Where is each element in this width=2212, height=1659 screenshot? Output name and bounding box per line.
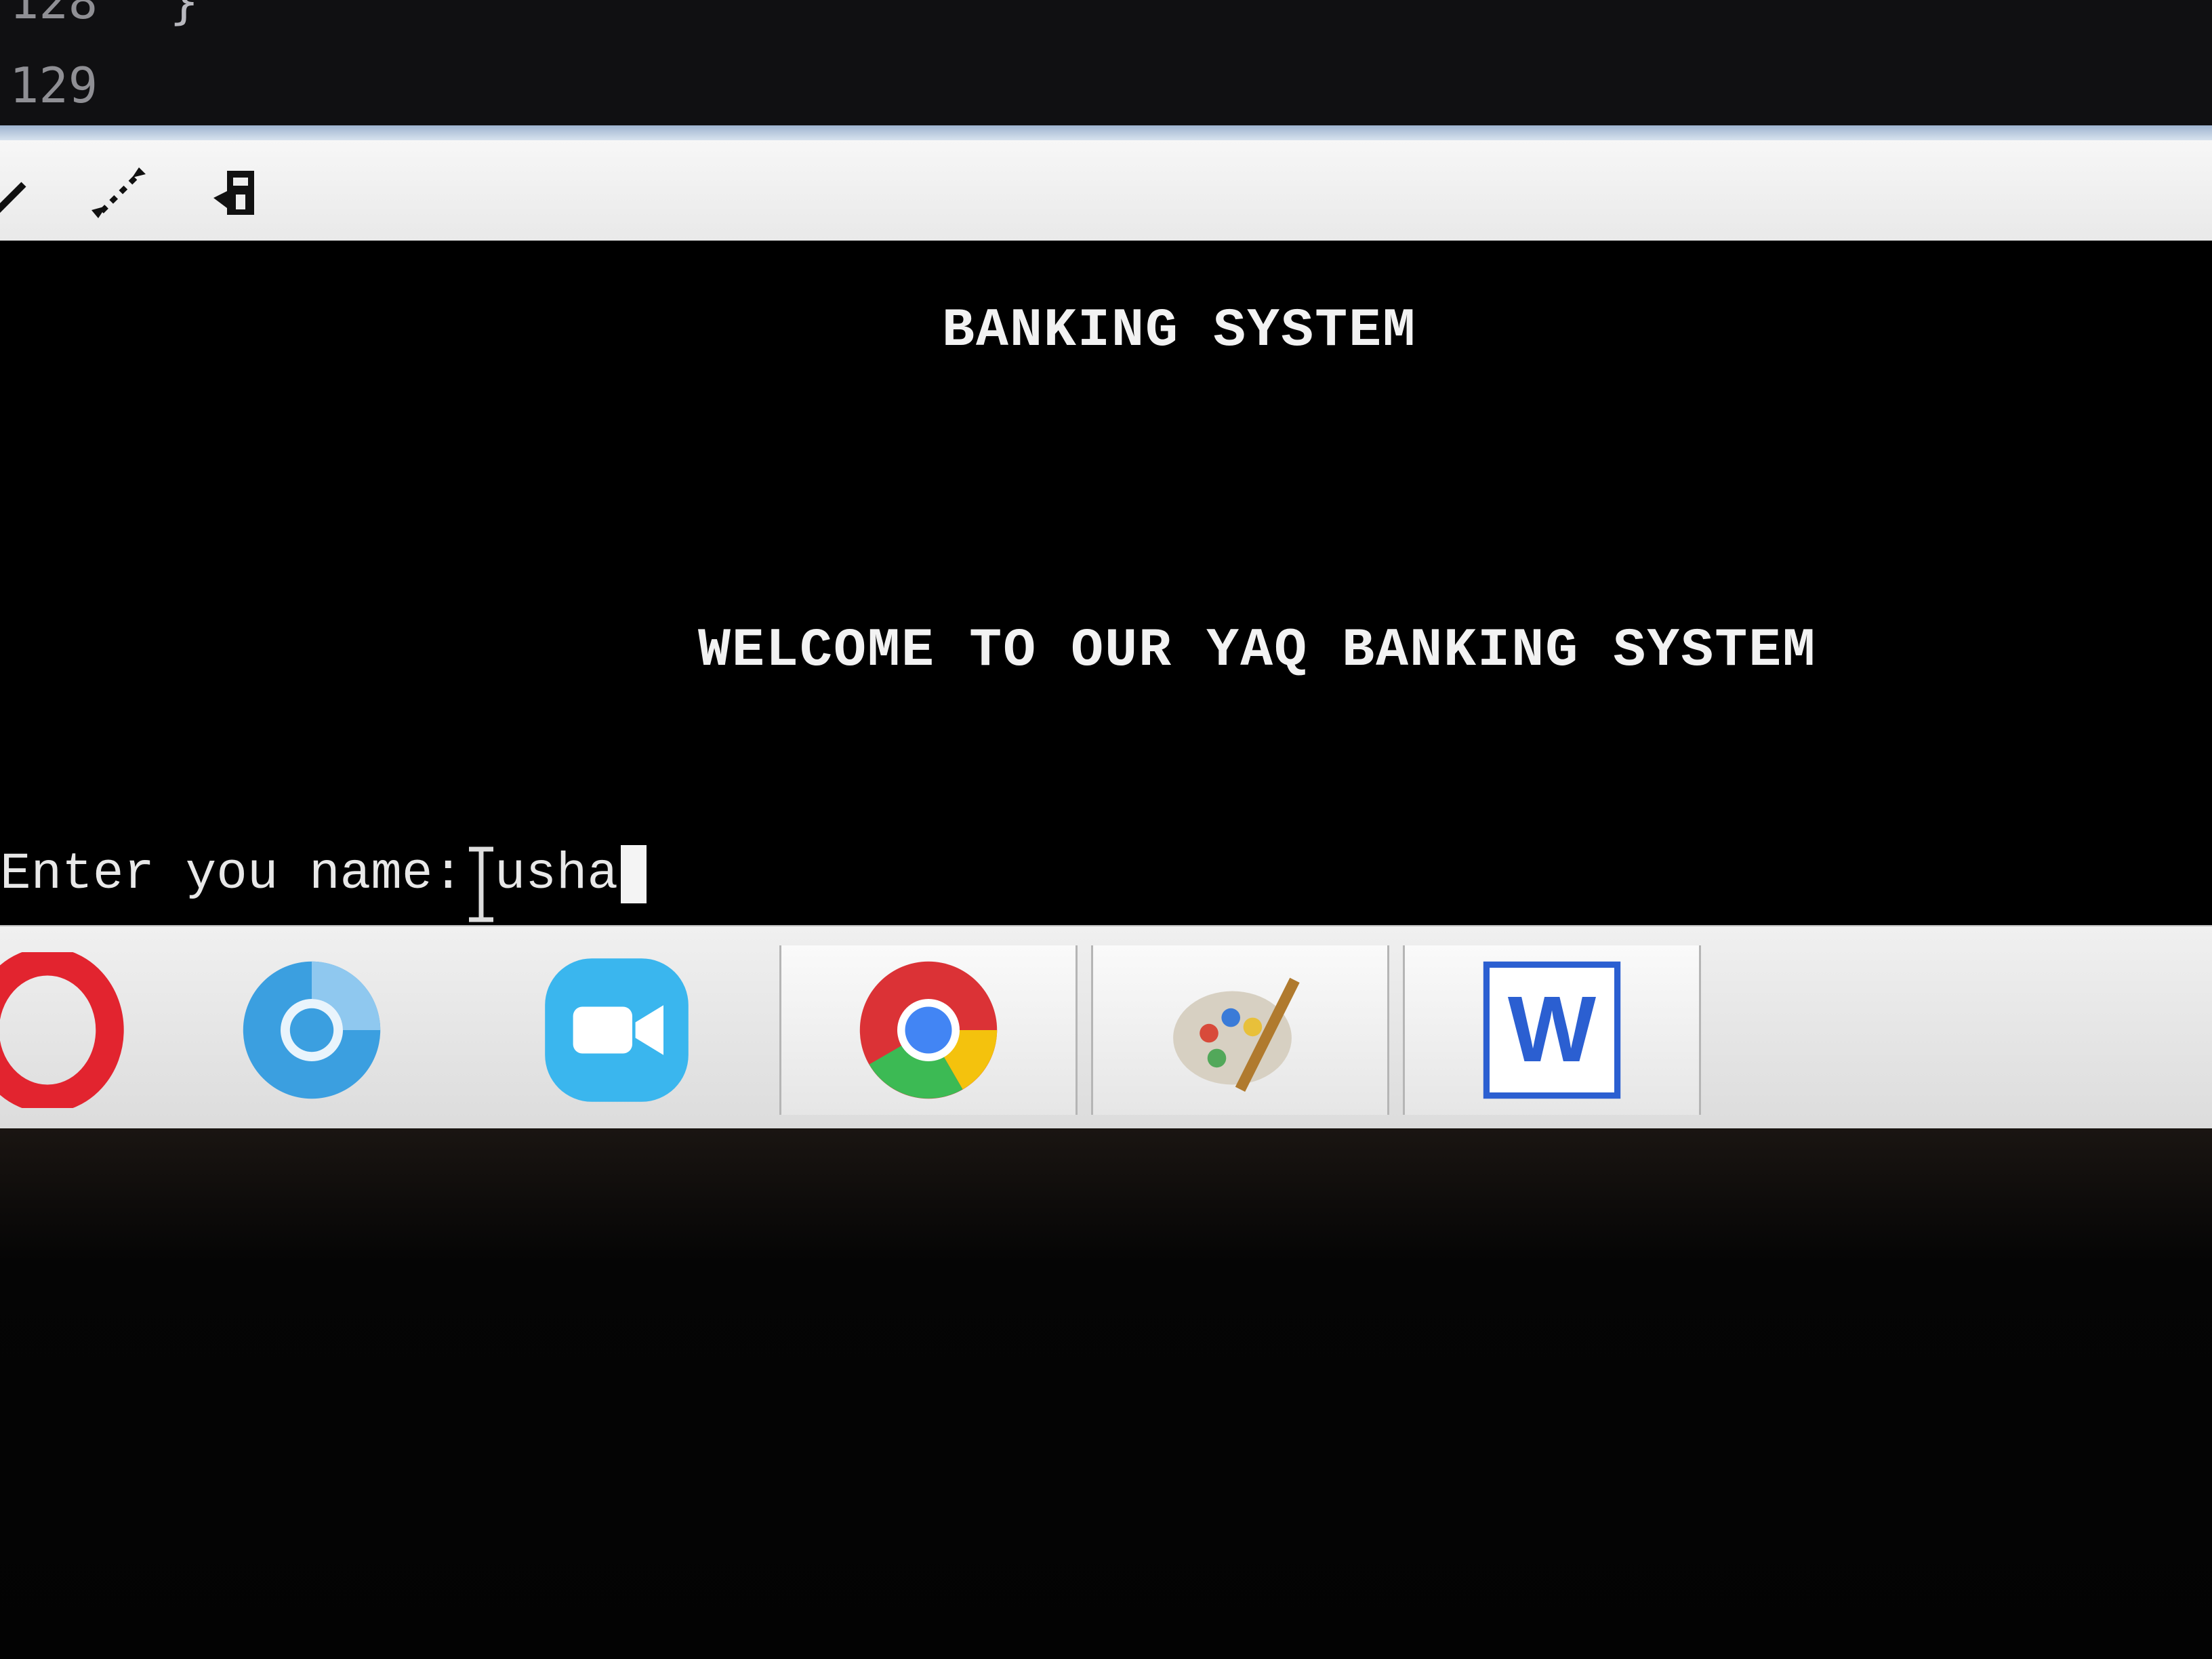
prompt-label: Enter you name:: [0, 845, 495, 903]
ibeam-cursor-icon: [469, 846, 493, 922]
paint-icon[interactable]: [1091, 945, 1389, 1115]
name-input[interactable]: usha: [495, 845, 618, 903]
console-window-titlebar[interactable]: [0, 125, 2212, 140]
banking-title: BANKING SYSTEM: [942, 300, 1417, 362]
zoom-icon[interactable]: [468, 945, 766, 1115]
line-number-128: 128: [9, 0, 98, 30]
name-prompt: Enter you name: usha: [0, 837, 647, 912]
console-toolbar: [0, 140, 2212, 241]
paste-icon[interactable]: [200, 154, 274, 228]
word-icon[interactable]: W: [1403, 945, 1701, 1115]
code-editor-strip: 128 } 129: [0, 0, 2212, 125]
chrome-icon[interactable]: [779, 945, 1078, 1115]
text-caret: [621, 845, 647, 903]
monitor-bezel: [0, 1128, 2212, 1659]
chromium-icon[interactable]: [163, 945, 461, 1115]
welcome-message: WELCOME TO OUR YAQ BANKING SYSTEM: [698, 620, 1817, 682]
console-output[interactable]: BANKING SYSTEM WELCOME TO OUR YAQ BANKIN…: [0, 241, 2212, 925]
resize-icon[interactable]: [81, 154, 156, 228]
taskbar: W: [0, 925, 2212, 1130]
edit-icon[interactable]: [0, 154, 54, 228]
line-number-129: 129: [9, 57, 98, 114]
code-line-text: }: [169, 0, 199, 30]
svg-text:W: W: [1508, 977, 1597, 1082]
